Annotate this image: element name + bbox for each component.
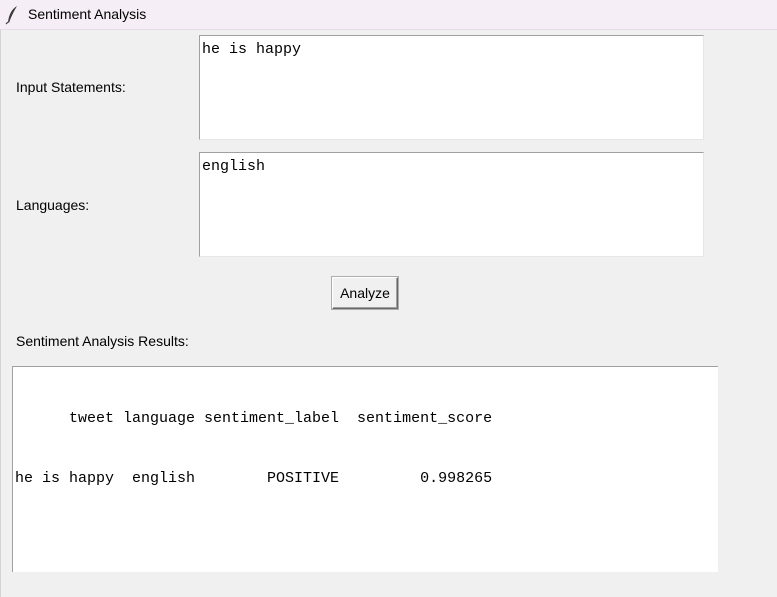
window-title: Sentiment Analysis [28, 6, 147, 22]
results-label: Sentiment Analysis Results: [16, 333, 189, 349]
feather-icon [5, 6, 17, 25]
title-bar: Sentiment Analysis [0, 0, 777, 30]
results-row: he is happy english POSITIVE 0.998265 [15, 470, 493, 487]
languages-label: Languages: [16, 197, 90, 213]
window-border [0, 30, 1, 597]
languages-textarea[interactable]: english [199, 152, 704, 257]
input-statements-label: Input Statements: [16, 79, 126, 95]
input-statements-textarea[interactable]: he is happy [199, 35, 704, 140]
analyze-button[interactable]: Analyze [332, 277, 398, 309]
results-header-row: tweet language sentiment_label sentiment… [15, 410, 493, 427]
app-window: Sentiment Analysis Input Statements: he … [0, 0, 777, 597]
results-textarea[interactable]: tweet language sentiment_label sentiment… [12, 366, 718, 572]
